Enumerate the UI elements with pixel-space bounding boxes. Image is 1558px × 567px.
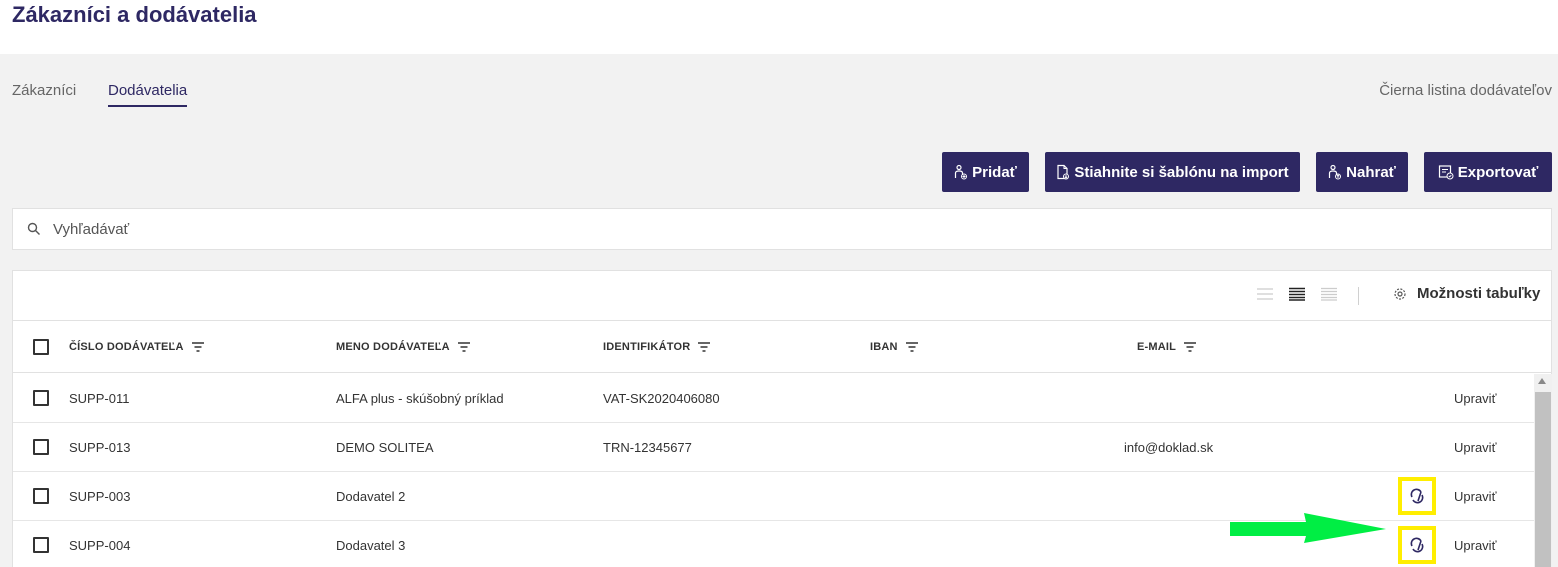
scroll-up-arrow-icon[interactable] bbox=[1538, 378, 1546, 384]
person-add-icon bbox=[955, 164, 968, 180]
cell-supplier-number: SUPP-003 bbox=[69, 489, 131, 504]
row-checkbox[interactable] bbox=[33, 488, 49, 504]
gear-icon bbox=[1394, 287, 1406, 300]
search-input[interactable] bbox=[53, 220, 1453, 238]
filter-icon[interactable] bbox=[191, 342, 204, 352]
search-bar bbox=[12, 208, 1552, 250]
table-scrollbar[interactable] bbox=[1534, 374, 1552, 567]
column-supplier-name-label: MENO DODÁVATEĽA bbox=[336, 341, 450, 353]
density-standard-icon[interactable] bbox=[1288, 287, 1306, 301]
person-upload-icon bbox=[1329, 164, 1342, 180]
sync-icon bbox=[1410, 537, 1424, 553]
density-compact-icon[interactable] bbox=[1256, 287, 1274, 301]
filter-icon[interactable] bbox=[698, 342, 711, 352]
select-all-checkbox[interactable] bbox=[33, 339, 49, 355]
column-supplier-name[interactable]: MENO DODÁVATEĽA bbox=[336, 341, 470, 353]
cell-supplier-number: SUPP-013 bbox=[69, 440, 131, 455]
cell-supplier-name: ALFA plus - skúšobný príklad bbox=[336, 391, 504, 406]
filter-icon[interactable] bbox=[905, 342, 918, 352]
table-row[interactable]: SUPP-011 ALFA plus - skúšobný príklad VA… bbox=[13, 374, 1534, 423]
cell-supplier-name: Dodavatel 3 bbox=[336, 538, 406, 553]
edit-link[interactable]: Upraviť bbox=[1454, 391, 1496, 406]
filter-icon[interactable] bbox=[457, 342, 470, 352]
sync-button[interactable] bbox=[1398, 526, 1436, 564]
file-download-icon bbox=[1057, 164, 1070, 180]
column-email[interactable]: E-MAIL bbox=[1137, 341, 1197, 353]
table-header: ČÍSLO DODÁVATEĽA MENO DODÁVATEĽA IDENTIF… bbox=[13, 321, 1551, 373]
upload-button[interactable]: Nahrať bbox=[1316, 152, 1408, 192]
edit-link[interactable]: Upraviť bbox=[1454, 489, 1496, 504]
column-email-label: E-MAIL bbox=[1137, 341, 1177, 353]
cell-email: info@doklad.sk bbox=[1124, 440, 1214, 455]
column-supplier-number-label: ČÍSLO DODÁVATEĽA bbox=[69, 341, 184, 353]
edit-link[interactable]: Upraviť bbox=[1454, 440, 1496, 455]
page-title: Zákazníci a dodávatelia bbox=[12, 2, 257, 27]
download-template-button[interactable]: Stiahnite si šablónu na import bbox=[1045, 152, 1300, 192]
edit-link[interactable]: Upraviť bbox=[1454, 538, 1496, 553]
cell-identifier: TRN-12345677 bbox=[603, 440, 692, 455]
table-options-label: Možnosti tabuľky bbox=[1417, 285, 1541, 302]
upload-button-label: Nahrať bbox=[1346, 163, 1396, 181]
export-button-label: Exportovať bbox=[1457, 163, 1539, 181]
filter-icon[interactable] bbox=[1184, 342, 1197, 352]
column-identifier-label: IDENTIFIKÁTOR bbox=[603, 341, 691, 353]
tab-suppliers[interactable]: Dodávatelia bbox=[108, 82, 188, 107]
green-arrow-icon bbox=[1230, 513, 1386, 543]
row-checkbox[interactable] bbox=[33, 537, 49, 553]
row-checkbox[interactable] bbox=[33, 390, 49, 406]
table-row[interactable]: SUPP-013 DEMO SOLITEA TRN-12345677 info@… bbox=[13, 423, 1534, 472]
column-supplier-number[interactable]: ČÍSLO DODÁVATEĽA bbox=[69, 341, 204, 353]
cell-supplier-number: SUPP-004 bbox=[69, 538, 131, 553]
add-button[interactable]: Pridať bbox=[942, 152, 1029, 192]
page-header: Zákazníci a dodávatelia bbox=[0, 0, 1558, 54]
download-template-button-label: Stiahnite si šablónu na import bbox=[1074, 163, 1289, 181]
supplier-blacklist-link[interactable]: Čierna listina dodávateľov bbox=[1379, 82, 1552, 99]
toolbar-divider bbox=[1358, 287, 1359, 305]
cell-supplier-number: SUPP-011 bbox=[69, 391, 130, 406]
table-options-button[interactable]: Možnosti tabuľky bbox=[1393, 285, 1540, 302]
density-comfortable-icon[interactable] bbox=[1320, 287, 1338, 301]
cell-supplier-name: DEMO SOLITEA bbox=[336, 440, 434, 455]
search-icon bbox=[27, 222, 40, 235]
column-iban[interactable]: IBAN bbox=[870, 341, 918, 353]
column-identifier[interactable]: IDENTIFIKÁTOR bbox=[603, 341, 711, 353]
tab-customers[interactable]: Zákazníci bbox=[12, 82, 76, 99]
export-button[interactable]: Exportovať bbox=[1424, 152, 1552, 192]
column-iban-label: IBAN bbox=[870, 341, 898, 353]
scroll-thumb[interactable] bbox=[1535, 392, 1551, 567]
add-button-label: Pridať bbox=[972, 163, 1017, 181]
table-toolbar: Možnosti tabuľky bbox=[13, 271, 1551, 321]
cell-identifier: VAT-SK2020406080 bbox=[603, 391, 720, 406]
sync-icon bbox=[1410, 488, 1424, 504]
cell-supplier-name: Dodavatel 2 bbox=[336, 489, 406, 504]
sync-button[interactable] bbox=[1398, 477, 1436, 515]
row-checkbox[interactable] bbox=[33, 439, 49, 455]
export-icon bbox=[1438, 165, 1454, 180]
